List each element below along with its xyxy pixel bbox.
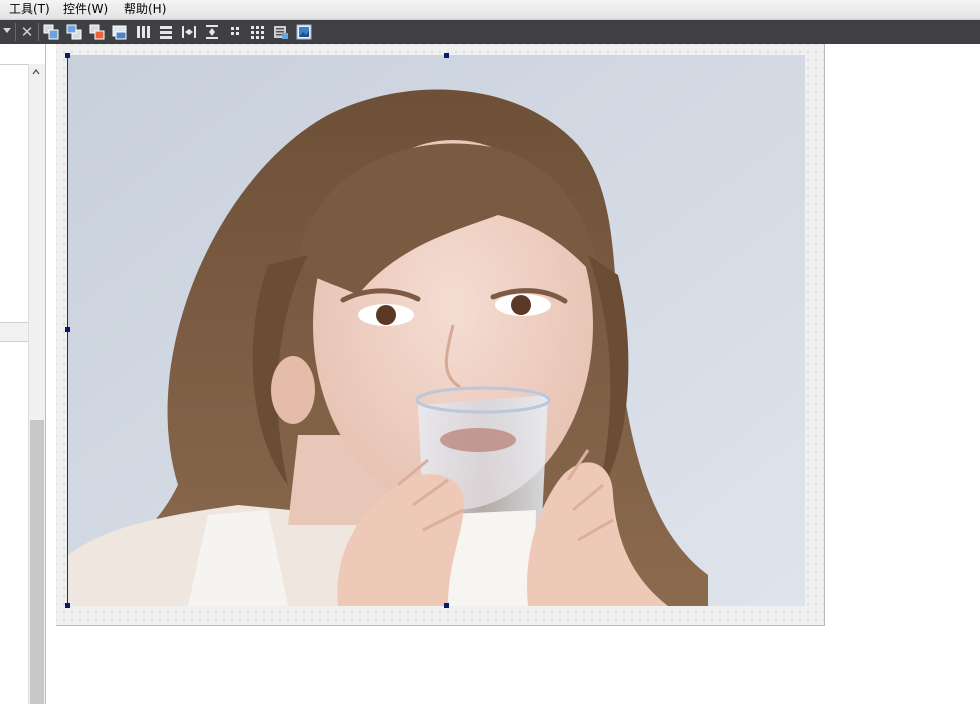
close-icon[interactable]: ✕ (20, 22, 34, 42)
send-to-back-icon[interactable] (66, 24, 82, 40)
vertical-scrollbar[interactable] (28, 64, 45, 704)
panel-splitter[interactable] (0, 322, 28, 342)
selection-handle-top-center[interactable] (444, 53, 449, 58)
lock-controls-icon[interactable] (112, 24, 128, 40)
selection-handle-bottom-center[interactable] (444, 603, 449, 608)
tab-order-icon[interactable] (89, 24, 105, 40)
chevron-up-icon[interactable] (32, 68, 40, 76)
selection-handle-middle-left[interactable] (65, 327, 70, 332)
menu-bar: 工具(T) 控件(W) 帮助(H) (0, 0, 980, 20)
grid-large-icon[interactable] (250, 24, 266, 40)
menu-controls[interactable]: 控件(W) (63, 1, 108, 17)
picture-icon[interactable] (296, 24, 312, 40)
toolbar-separator (38, 23, 39, 41)
picture-box[interactable] (67, 55, 805, 606)
properties-icon[interactable] (273, 24, 289, 40)
vertical-spacing-icon[interactable] (204, 24, 220, 40)
toolbar: ✕ (0, 20, 980, 44)
panel-border (45, 44, 46, 704)
horizontal-spacing-icon[interactable] (181, 24, 197, 40)
photo-image (68, 55, 805, 606)
align-rows-icon[interactable] (158, 24, 174, 40)
panel-header-divider (0, 64, 28, 65)
menu-help[interactable]: 帮助(H) (124, 1, 166, 17)
dropdown-arrow-icon[interactable] (3, 28, 11, 33)
align-columns-icon[interactable] (135, 24, 151, 40)
menu-tools[interactable]: 工具(T) (9, 1, 50, 17)
toolbar-separator (15, 23, 16, 41)
bring-to-front-icon[interactable] (43, 24, 59, 40)
left-dock-panel (0, 44, 46, 704)
scrollbar-thumb[interactable] (30, 420, 44, 704)
grid-small-icon[interactable] (227, 24, 243, 40)
selection-handle-bottom-left[interactable] (65, 603, 70, 608)
selection-handle-top-left[interactable] (65, 53, 70, 58)
